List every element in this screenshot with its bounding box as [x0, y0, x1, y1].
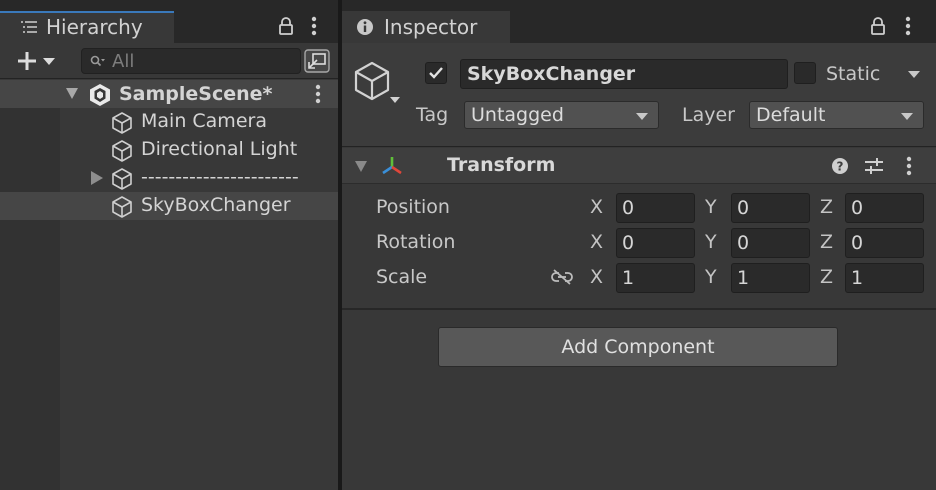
layer-dropdown[interactable]: Default: [749, 101, 924, 129]
hierarchy-tree: SampleScene* Main Camera Directional Lig…: [0, 80, 338, 490]
scale-y-value: 1: [737, 267, 750, 289]
hierarchy-toolbar: All: [0, 43, 338, 79]
gameobject-header: SkyBoxChanger Static Tag Untagged Layer …: [342, 43, 936, 147]
active-checkbox[interactable]: [425, 62, 447, 84]
tree-item-label: Main Camera: [141, 110, 267, 132]
tree-item-label: SkyBoxChanger: [141, 194, 291, 216]
static-checkbox[interactable]: [794, 62, 816, 84]
scale-z-axis-label[interactable]: Z: [820, 266, 833, 288]
constrain-proportions-icon[interactable]: [550, 268, 574, 286]
transform-component-header[interactable]: Transform ?: [342, 148, 936, 184]
svg-text:?: ?: [837, 160, 844, 174]
layer-label: Layer: [682, 104, 735, 126]
rotation-label[interactable]: Rotation: [376, 231, 455, 253]
inspector-tab[interactable]: Inspector: [342, 11, 510, 43]
static-dropdown-caret-icon[interactable]: [908, 71, 920, 78]
hierarchy-list-icon: [20, 19, 38, 35]
position-y-axis-label[interactable]: Y: [705, 196, 717, 218]
rotation-x-field[interactable]: 0: [616, 228, 695, 258]
kebab-menu-icon[interactable]: [905, 156, 913, 176]
hierarchy-panel: Hierarchy All SampleScene* Main Camera D…: [0, 0, 338, 490]
position-z-axis-label[interactable]: Z: [820, 196, 833, 218]
position-label[interactable]: Position: [376, 196, 450, 218]
rotation-z-field[interactable]: 0: [845, 228, 924, 258]
hierarchy-tab[interactable]: Hierarchy: [0, 11, 174, 43]
scale-z-value: 1: [851, 267, 864, 289]
tree-item-main-camera[interactable]: Main Camera: [0, 108, 338, 136]
tab-active-indicator: [0, 11, 174, 13]
unity-scene-icon: [88, 83, 112, 107]
scale-y-field[interactable]: 1: [731, 263, 810, 293]
rotation-y-axis-label[interactable]: Y: [705, 231, 717, 253]
scene-name: SampleScene*: [119, 83, 273, 105]
gameobject-cube-icon: [110, 167, 134, 191]
help-icon[interactable]: ?: [831, 157, 849, 175]
rotation-y-value: 0: [737, 232, 750, 254]
tree-item-label: Directional Light: [141, 138, 298, 160]
transform-component-body: Position X 0 Y 0 Z 0 Rotation X 0 Y 0 Z …: [342, 185, 936, 310]
gameobject-cube-icon: [110, 111, 134, 135]
position-z-field[interactable]: 0: [845, 193, 924, 223]
search-input[interactable]: All: [81, 48, 301, 74]
object-name-value: SkyBoxChanger: [467, 63, 636, 85]
rotation-x-value: 0: [622, 232, 635, 254]
inspector-tab-bar: Inspector: [342, 0, 936, 43]
tag-value: Untagged: [471, 104, 564, 126]
checkmark-icon: [428, 66, 444, 80]
position-x-value: 0: [622, 197, 635, 219]
plus-icon[interactable]: [16, 50, 56, 72]
tree-item-label: -----------------------: [141, 166, 299, 188]
inspector-tab-label: Inspector: [384, 15, 478, 39]
tag-dropdown[interactable]: Untagged: [464, 101, 659, 129]
expand-arrow-icon[interactable]: [91, 171, 103, 185]
position-x-field[interactable]: 0: [616, 193, 695, 223]
tree-item-separator[interactable]: -----------------------: [0, 164, 338, 192]
rotation-z-value: 0: [851, 232, 864, 254]
chevron-down-icon: [636, 113, 648, 120]
rotation-z-axis-label[interactable]: Z: [820, 231, 833, 253]
gameobject-icon-selector[interactable]: [354, 61, 402, 107]
tree-item-directional-light[interactable]: Directional Light: [0, 136, 338, 164]
scale-x-value: 1: [622, 267, 635, 289]
kebab-menu-icon[interactable]: [904, 16, 912, 36]
scale-label[interactable]: Scale: [376, 266, 427, 288]
scale-y-axis-label[interactable]: Y: [705, 266, 717, 288]
position-x-axis-label[interactable]: X: [590, 196, 603, 218]
kebab-menu-icon[interactable]: [314, 84, 322, 104]
gameobject-cube-icon: [110, 139, 134, 163]
tree-item-skyboxchanger[interactable]: SkyBoxChanger: [0, 192, 338, 220]
hierarchy-tab-bar: Hierarchy: [0, 0, 338, 43]
transform-title: Transform: [447, 154, 556, 176]
toggle-view-icon[interactable]: [304, 49, 330, 73]
lock-icon[interactable]: [278, 17, 294, 35]
layer-value: Default: [756, 104, 826, 126]
foldout-arrow-icon[interactable]: [355, 161, 367, 172]
info-icon: [356, 18, 374, 36]
gameobject-cube-icon: [110, 195, 134, 219]
scale-x-axis-label[interactable]: X: [590, 266, 603, 288]
expand-arrow-icon[interactable]: [66, 88, 78, 99]
position-y-field[interactable]: 0: [731, 193, 810, 223]
scale-z-field[interactable]: 1: [845, 263, 924, 293]
search-icon: [90, 54, 106, 68]
kebab-menu-icon[interactable]: [310, 16, 318, 36]
search-placeholder: All: [112, 50, 135, 72]
scale-x-field[interactable]: 1: [616, 263, 695, 293]
presets-icon[interactable]: [864, 156, 884, 176]
add-component-button[interactable]: Add Component: [438, 327, 838, 367]
position-z-value: 0: [851, 197, 864, 219]
lock-icon[interactable]: [870, 17, 886, 35]
transform-axes-icon: [380, 154, 404, 178]
hierarchy-tab-label: Hierarchy: [46, 15, 143, 39]
tag-label: Tag: [416, 104, 449, 126]
object-name-field[interactable]: SkyBoxChanger: [460, 59, 788, 89]
static-label[interactable]: Static: [826, 63, 880, 85]
inspector-panel: Inspector SkyBoxChanger Static Tag Untag…: [342, 0, 936, 490]
rotation-x-axis-label[interactable]: X: [590, 231, 603, 253]
rotation-y-field[interactable]: 0: [731, 228, 810, 258]
position-y-value: 0: [737, 197, 750, 219]
scene-row[interactable]: SampleScene*: [0, 80, 338, 108]
chevron-down-icon: [901, 113, 913, 120]
